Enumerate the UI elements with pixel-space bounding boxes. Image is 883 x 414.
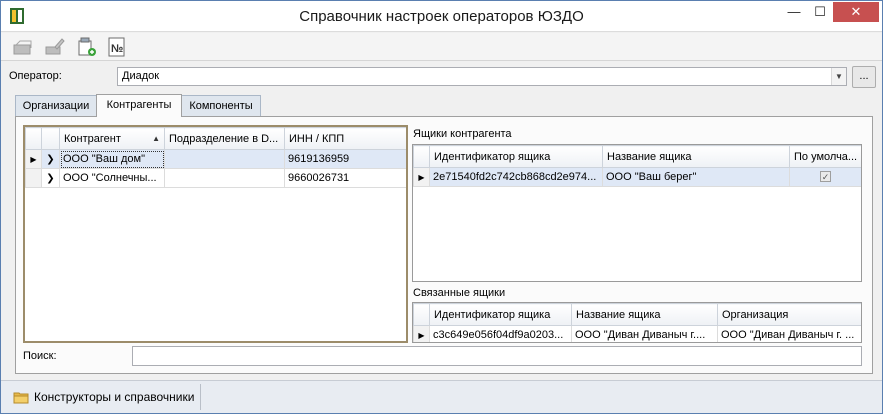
table-row[interactable]: ▶ c3c649e056f04df9a0203... ООО "Диван Ди… — [413, 325, 861, 342]
organization-cell[interactable]: ООО "Диван Диваныч г. ... — [717, 325, 861, 342]
edit-icon — [45, 38, 65, 55]
current-row-icon: ▶ — [413, 167, 430, 187]
column-header-box-id[interactable]: Идентификатор ящика — [429, 145, 603, 168]
expander-header — [41, 127, 60, 150]
boxes-grid[interactable]: Идентификатор ящика Название ящика По ум… — [412, 144, 862, 282]
division-cell[interactable] — [164, 149, 285, 169]
contractors-grid[interactable]: Контрагент ▲ Подразделение в D... ИНН / … — [23, 125, 408, 343]
row-indicator-header — [413, 303, 430, 326]
operator-value: Диадок — [122, 70, 160, 82]
operator-select[interactable]: Диадок ▼ — [117, 67, 847, 86]
toolbar-add-button[interactable] — [75, 36, 99, 58]
default-checkbox[interactable]: ✓ — [820, 171, 831, 182]
table-row[interactable]: ▶ 2e71540fd2c742cb868cd2e974... ООО "Ваш… — [413, 167, 861, 187]
division-cell[interactable] — [164, 168, 285, 188]
search-input[interactable] — [132, 346, 862, 366]
search-label: Поиск: — [23, 350, 57, 362]
column-header-label: Контрагент — [64, 132, 121, 145]
operator-label: Оператор: — [9, 70, 62, 82]
linked-boxes-grid[interactable]: Идентификатор ящика Название ящика Орган… — [412, 302, 862, 343]
sort-ascending-icon: ▲ — [152, 133, 160, 143]
linked-box-name-cell[interactable]: ООО "Диван Диваныч г.... — [571, 325, 718, 342]
tab-components[interactable]: Компоненты — [181, 95, 261, 116]
linked-box-id-cell[interactable]: c3c649e056f04df9a0203... — [429, 325, 572, 342]
column-header-linked-box-id[interactable]: Идентификатор ящика — [429, 303, 572, 326]
tab-organizations[interactable]: Организации — [15, 95, 97, 116]
tab-contractors[interactable]: Контрагенты — [96, 94, 182, 117]
column-header-inn[interactable]: ИНН / КПП — [284, 127, 406, 150]
boxes-title: Ящики контрагента — [413, 128, 512, 140]
chevron-down-icon[interactable]: ▼ — [831, 68, 846, 85]
box-id-cell[interactable]: 2e71540fd2c742cb868cd2e974... — [429, 167, 603, 187]
current-row-icon: ▶ — [25, 149, 42, 169]
number-sign-icon: № — [108, 37, 125, 57]
contractor-name-cell[interactable]: ООО "Ваш дом" — [59, 149, 165, 169]
expand-row-icon[interactable]: ❯ — [41, 149, 60, 169]
constructors-and-references-button[interactable]: Конструкторы и справочники — [9, 384, 202, 410]
current-row-icon: ▶ — [413, 325, 430, 342]
main-window: Справочник настроек операторов ЮЗДО — ☐ … — [0, 0, 883, 414]
title-bar[interactable]: Справочник настроек операторов ЮЗДО — ☐ … — [1, 1, 882, 32]
inn-cell[interactable]: 9619136959 — [284, 149, 406, 169]
window-title: Справочник настроек операторов ЮЗДО — [299, 8, 584, 25]
column-header-contractor[interactable]: Контрагент ▲ — [59, 127, 165, 150]
close-button[interactable]: ✕ — [833, 2, 879, 22]
row-indicator-header — [413, 145, 430, 168]
expand-row-icon[interactable]: ❯ — [41, 168, 60, 188]
folder-icon — [13, 392, 29, 404]
open-icon — [13, 40, 32, 55]
default-cell[interactable]: ✓ — [789, 167, 861, 187]
operator-browse-button[interactable]: ... — [852, 66, 876, 88]
minimize-button[interactable]: — — [781, 2, 807, 22]
status-bar: Конструкторы и справочники — [1, 380, 882, 413]
table-row[interactable]: ❯ ООО "Солнечны... 9660026731 — [25, 168, 406, 188]
linked-boxes-title: Связанные ящики — [413, 287, 506, 299]
toolbar-number-button[interactable]: № — [105, 36, 129, 58]
contractor-name-cell[interactable]: ООО "Солнечны... — [59, 168, 165, 188]
table-row[interactable]: ▶ ❯ ООО "Ваш дом" 9619136959 — [25, 149, 406, 169]
status-item-label: Конструкторы и справочники — [34, 390, 195, 404]
row-indicator — [25, 168, 42, 188]
maximize-button[interactable]: ☐ — [807, 2, 833, 22]
column-header-division[interactable]: Подразделение в D... — [164, 127, 285, 150]
svg-text:№: № — [111, 43, 123, 55]
column-header-default[interactable]: По умолча... — [789, 145, 861, 168]
toolbar-edit-button[interactable] — [43, 36, 67, 58]
row-indicator-header — [25, 127, 42, 150]
column-header-linked-box-name[interactable]: Название ящика — [571, 303, 718, 326]
box-name-cell[interactable]: ООО "Ваш берег" — [602, 167, 790, 187]
column-header-organization[interactable]: Организация — [717, 303, 861, 326]
toolbar: № — [1, 33, 882, 61]
toolbar-open-button[interactable] — [11, 36, 35, 58]
inn-cell[interactable]: 9660026731 — [284, 168, 406, 188]
column-header-box-name[interactable]: Название ящика — [602, 145, 790, 168]
add-document-icon — [78, 37, 96, 56]
